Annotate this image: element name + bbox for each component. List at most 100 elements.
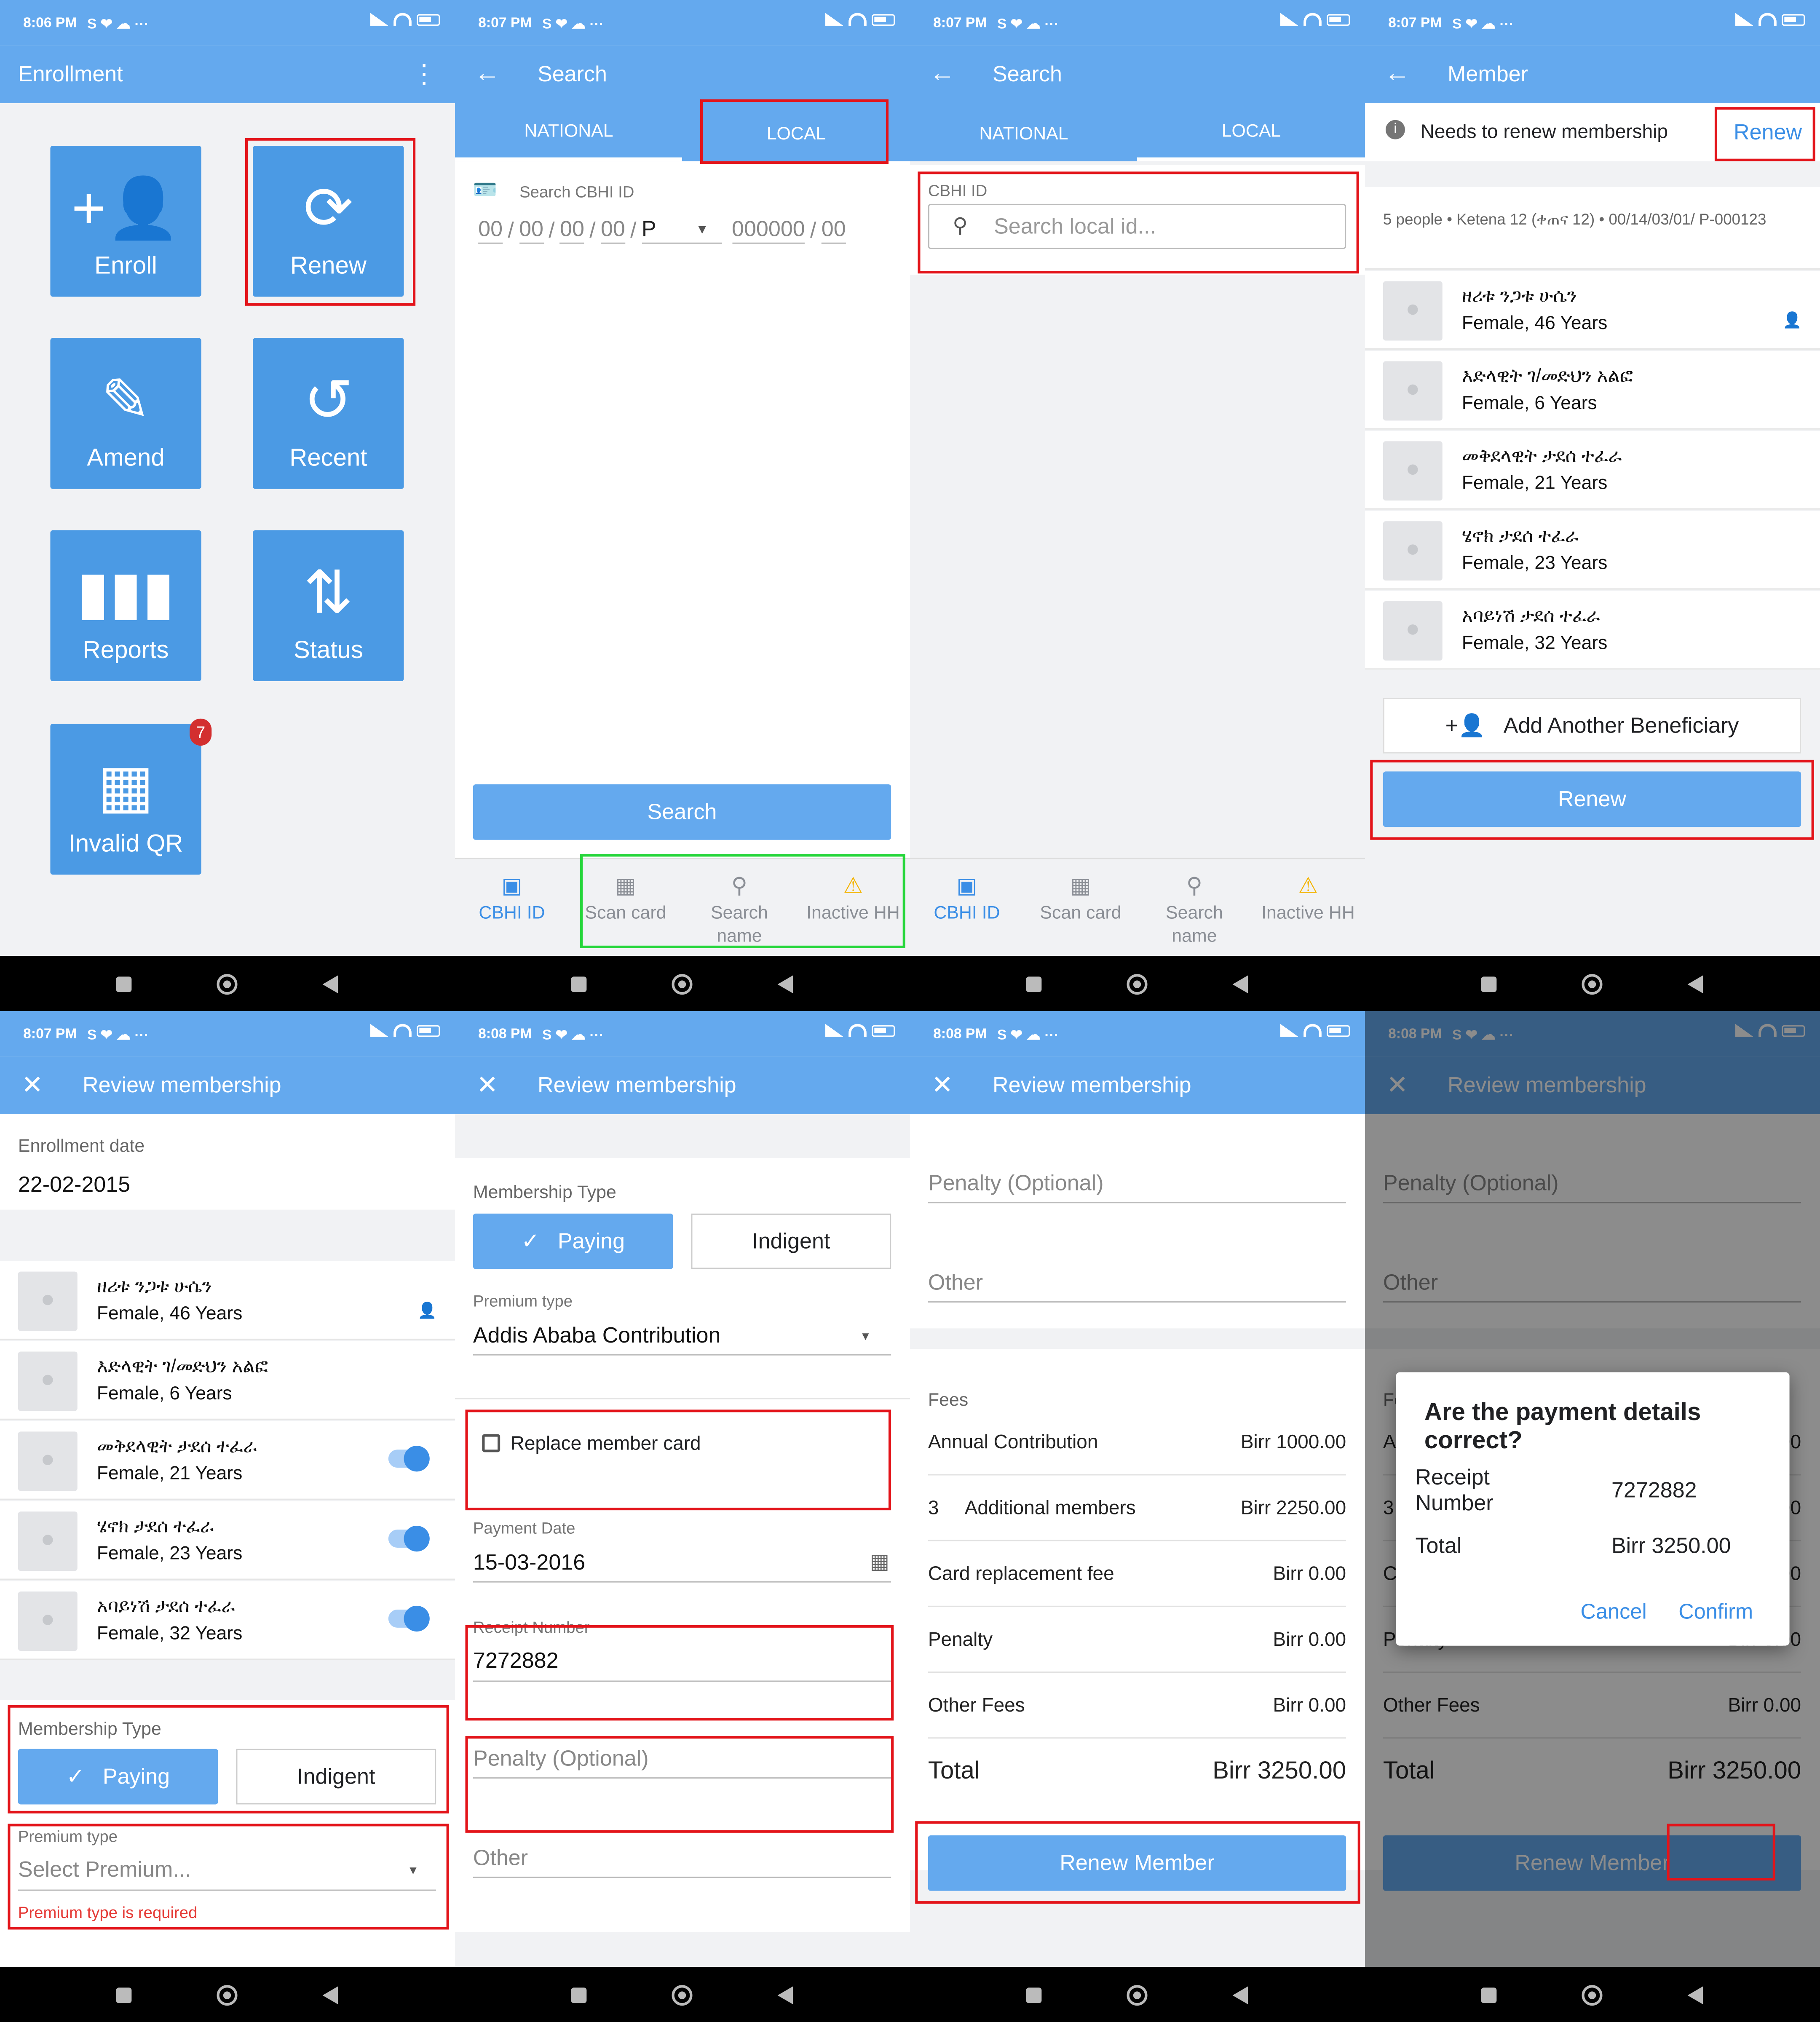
penalty-field[interactable]: Penalty (Optional) (928, 1171, 1104, 1197)
screen-member: 8:07 PM S ❤ ☁ ··· ← Member i Needs to rene… (1365, 0, 1820, 1011)
member-row[interactable]: ዘሪቱ ንጋቱ ሁሴን Female, 46 Years 👤 (1365, 271, 1820, 350)
recents-icon[interactable] (1481, 1987, 1497, 2003)
screen-search-national: 8:07 PM S ❤ ☁ ··· ← Search NATIONAL LOCAL 🪪… (455, 0, 910, 1011)
status-bar: 8:07 PM S ❤ ☁ ··· (910, 0, 1365, 45)
tab-national[interactable]: NATIONAL (455, 103, 683, 161)
other-field[interactable]: Other (928, 1270, 983, 1296)
invalid-qr-tile[interactable]: ▦ Invalid QR (50, 724, 201, 875)
highlight-renew-link (1714, 107, 1815, 161)
cancel-button[interactable]: Cancel (1580, 1601, 1646, 1625)
back-icon[interactable] (1688, 974, 1704, 993)
back-icon[interactable] (1233, 974, 1249, 993)
search-button[interactable]: Search (473, 784, 891, 840)
highlight-local-tab (700, 99, 889, 164)
back-icon[interactable] (323, 1985, 339, 2004)
reports-tile[interactable]: ▮▮▮ Reports (50, 530, 201, 681)
other-field[interactable]: Other (473, 1845, 528, 1871)
home-icon[interactable] (1582, 1984, 1603, 2005)
recents-icon[interactable] (1026, 1987, 1042, 2003)
back-icon[interactable] (778, 1985, 794, 2004)
back-icon[interactable] (778, 974, 794, 993)
confirm-button[interactable]: Confirm (1678, 1601, 1753, 1625)
highlight-renew-button (1370, 760, 1814, 840)
recents-icon[interactable] (116, 1987, 132, 2003)
app-bar: ← Member (1365, 45, 1820, 103)
close-icon[interactable]: ✕ (0, 1069, 64, 1102)
member-row[interactable]: መቅደላዊት ታደሰ ተፈራ Female, 21 Years (1365, 431, 1820, 510)
recents-icon[interactable] (116, 976, 132, 992)
recent-tile[interactable]: ↺ Recent (253, 338, 404, 489)
recents-icon[interactable] (571, 1987, 587, 2003)
dropdown-arrow-icon: ▼ (859, 1329, 872, 1343)
highlight-renew (245, 138, 416, 306)
close-icon[interactable]: ✕ (455, 1069, 519, 1102)
home-icon[interactable] (672, 1984, 693, 2005)
home-icon[interactable] (672, 973, 693, 994)
recents-icon[interactable] (1481, 976, 1497, 992)
back-arrow-icon[interactable]: ← (455, 59, 519, 89)
member-row: መቅደላዊት ታደሰ ተፈራ Female, 21 Years (0, 1421, 455, 1500)
bottom-nav: ▣ CBHI ID ▦ Scan card ⚲ Search name ⚠ Inacti… (910, 858, 1365, 956)
nav-cbhi-id[interactable]: ▣ CBHI ID (455, 859, 569, 956)
back-arrow-icon[interactable]: ← (910, 59, 974, 89)
home-icon[interactable] (217, 1984, 238, 2005)
nav-cbhi-id[interactable]: ▣ CBHI ID (910, 859, 1024, 956)
nav-inactive-hh[interactable]: ⚠ Inactive HH (1251, 859, 1365, 956)
status-tile[interactable]: ⇅ Status (253, 530, 404, 681)
member-toggle[interactable] (388, 1525, 429, 1552)
qr-scan-icon: ▦ (1070, 873, 1091, 898)
page-title: Enrollment (18, 61, 123, 86)
back-icon[interactable] (1233, 1985, 1249, 2004)
payment-date-field[interactable]: 15-03-2016 (473, 1550, 585, 1576)
member-row: እድላዊት ገ/መድህን አልፎ Female, 6 Years (0, 1341, 455, 1420)
more-menu-icon[interactable]: ⋮ (411, 58, 437, 91)
member-toggle[interactable] (388, 1605, 429, 1632)
back-icon[interactable] (323, 974, 339, 993)
add-beneficiary-button[interactable]: +👤 Add Another Beneficiary (1383, 698, 1801, 754)
page-title: Review membership (993, 1072, 1191, 1097)
cbhi-id-inputs[interactable]: 00/ 00/ 00/ 00/ P ▼ 000000/ 00 (478, 217, 846, 244)
indigent-toggle[interactable]: Indigent (691, 1213, 891, 1269)
fee-row: PenaltyBirr 0.00 (928, 1607, 1346, 1673)
app-bar: Enrollment ⋮ (0, 45, 455, 103)
member-row: ዘሪቱ ንጋቱ ሁሴን Female, 46 Years 👤 (0, 1261, 455, 1340)
close-icon[interactable]: ✕ (910, 1069, 974, 1102)
avatar (18, 1431, 78, 1491)
avatar (18, 1351, 78, 1411)
history-icon: ↺ (303, 366, 353, 433)
status-bar: 8:07 PM S ❤ ☁ ··· (0, 1011, 455, 1056)
highlight-payment-date (465, 1625, 894, 1721)
back-icon[interactable] (1688, 1985, 1704, 2004)
nav-scan-card[interactable]: ▦ Scan card (1024, 859, 1138, 956)
home-icon[interactable] (1127, 973, 1148, 994)
recents-icon[interactable] (571, 976, 587, 992)
nav-search-name[interactable]: ⚲ Search name (1138, 859, 1251, 956)
home-icon[interactable] (1582, 973, 1603, 994)
home-icon[interactable] (217, 973, 238, 994)
fees-title: Fees (928, 1389, 969, 1410)
badge-icon: ▣ (501, 873, 522, 898)
id-card-icon: 🪪 (473, 179, 498, 201)
enroll-tile[interactable]: +👤 Enroll (50, 146, 201, 297)
premium-select[interactable]: Addis Ababa Contribution (473, 1323, 721, 1349)
search-card: 🪪 Search CBHI ID 00/ 00/ 00/ 00/ P ▼ 0000… (455, 161, 910, 858)
screen-confirm-dialog: 8:08 PM S ❤ ☁ ··· ✕ Review membership Pena… (1365, 1011, 1820, 2022)
app-bar: ✕ Review membership (455, 1056, 910, 1114)
home-icon[interactable] (1127, 1984, 1148, 2005)
system-nav-bar (910, 1967, 1365, 2022)
amend-tile[interactable]: ✎ Amend (50, 338, 201, 489)
tab-local[interactable]: LOCAL (1138, 103, 1365, 161)
system-nav-bar (1365, 956, 1820, 1011)
system-nav-bar (0, 956, 455, 1011)
member-row[interactable]: እድላዊት ገ/መድህን አልፎ Female, 6 Years (1365, 351, 1820, 430)
system-nav-bar (455, 956, 910, 1011)
tab-national[interactable]: NATIONAL (910, 103, 1138, 161)
calendar-icon[interactable]: ▦ (870, 1549, 889, 1575)
member-toggle[interactable] (388, 1446, 429, 1472)
recents-icon[interactable] (1026, 976, 1042, 992)
paying-toggle[interactable]: ✓ Paying (473, 1213, 673, 1269)
member-row[interactable]: አባይነሽ ታደሰ ተፈራ Female, 32 Years (1365, 591, 1820, 670)
back-arrow-icon[interactable]: ← (1365, 59, 1429, 89)
member-row[interactable]: ሄኖክ ታደሰ ተፈራ Female, 23 Years (1365, 511, 1820, 590)
avatar (1383, 441, 1443, 501)
